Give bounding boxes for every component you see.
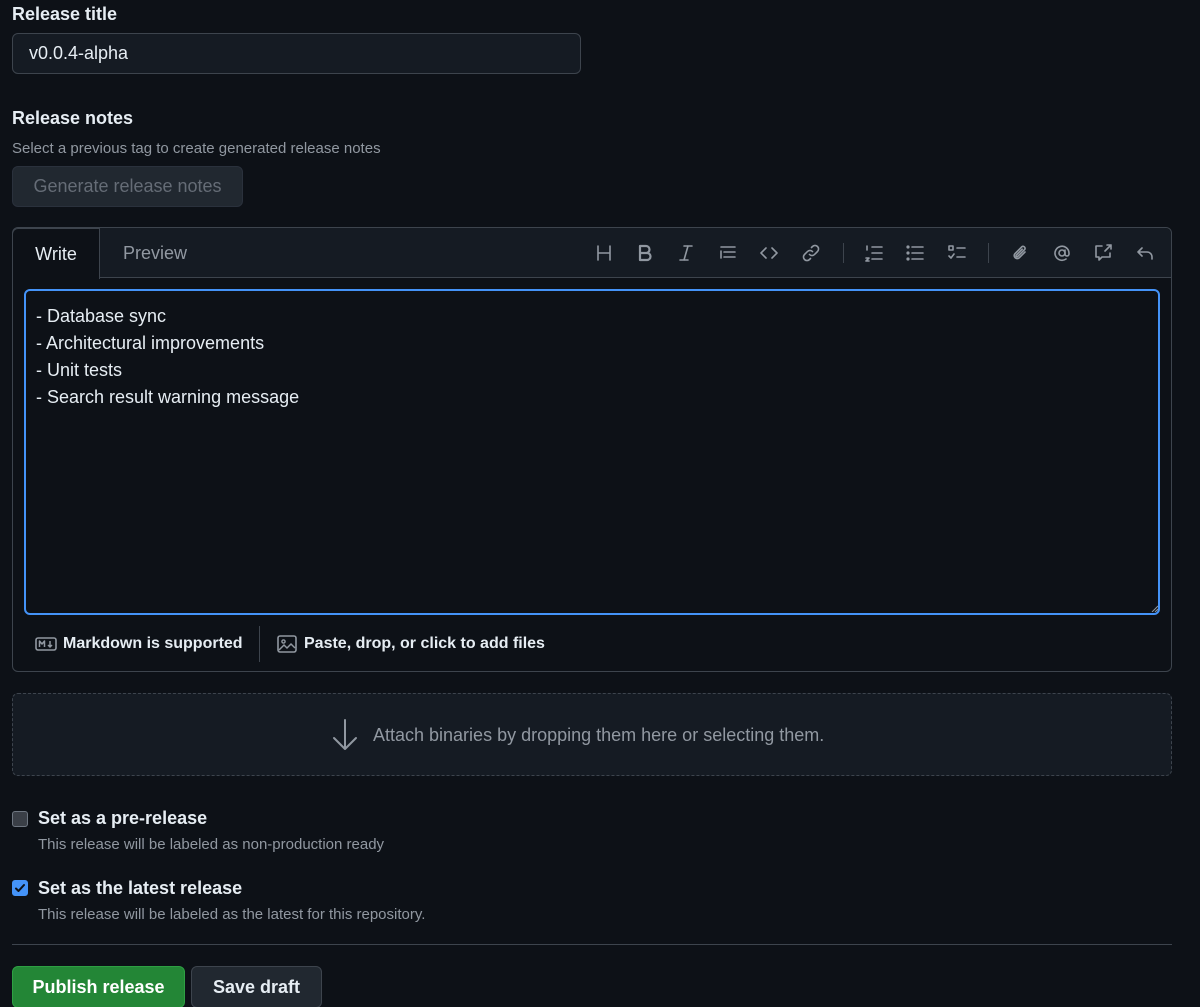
latest-release-title: Set as the latest release: [38, 878, 243, 898]
task-list-icon[interactable]: [945, 241, 969, 265]
latest-release-checkbox[interactable]: [12, 880, 28, 896]
markdown-icon: [35, 637, 57, 651]
code-icon[interactable]: [757, 241, 781, 265]
mention-icon[interactable]: [1050, 241, 1074, 265]
tab-write[interactable]: Write: [12, 228, 100, 279]
release-title-label: Release title: [12, 4, 118, 24]
image-icon: [277, 635, 297, 653]
italic-icon[interactable]: [674, 241, 698, 265]
resize-handle-icon[interactable]: [1150, 604, 1158, 612]
attach-icon[interactable]: [1008, 241, 1032, 265]
binaries-dropzone[interactable]: Attach binaries by dropping them here or…: [12, 693, 1172, 776]
heading-icon[interactable]: [592, 241, 616, 265]
quote-icon[interactable]: [716, 241, 740, 265]
toolbar-separator: [843, 243, 844, 263]
editor-header: Write Preview: [12, 228, 1171, 279]
toolbar-separator: [988, 243, 989, 263]
undo-icon[interactable]: [1133, 241, 1157, 265]
add-files-link[interactable]: Paste, drop, or click to add files: [276, 632, 545, 656]
add-files-text: Paste, drop, or click to add files: [304, 635, 545, 652]
unordered-list-icon[interactable]: [903, 241, 927, 265]
markdown-supported-link[interactable]: Markdown is supported: [35, 632, 243, 656]
publish-release-button[interactable]: Publish release: [12, 966, 185, 1007]
divider: [12, 944, 1172, 945]
prerelease-checkbox[interactable]: [12, 811, 28, 827]
release-notes-hint: Select a previous tag to create generate…: [12, 140, 381, 157]
markdown-supported-text: Markdown is supported: [63, 635, 243, 652]
release-title-input[interactable]: [12, 33, 581, 74]
latest-release-description: This release will be labeled as the late…: [38, 906, 426, 923]
release-form: Release title Release notes Select a pre…: [0, 0, 1200, 1007]
binaries-dropzone-text: Attach binaries by dropping them here or…: [373, 724, 825, 745]
prerelease-description: This release will be labeled as non-prod…: [38, 836, 385, 853]
tab-preview[interactable]: Preview: [111, 228, 199, 279]
generate-release-notes-button[interactable]: Generate release notes: [12, 166, 243, 207]
footer-separator: [259, 626, 260, 662]
cross-reference-icon[interactable]: [1091, 241, 1115, 265]
numbered-list-icon[interactable]: [862, 241, 886, 265]
bold-icon[interactable]: [633, 241, 657, 265]
save-draft-button[interactable]: Save draft: [191, 966, 322, 1007]
markdown-editor: Write Preview - Database sync - Architec…: [12, 227, 1172, 672]
arrow-down-icon: [333, 719, 357, 750]
release-notes-textarea[interactable]: - Database sync - Architectural improvem…: [24, 289, 1160, 615]
prerelease-title: Set as a pre-release: [38, 808, 208, 828]
link-icon[interactable]: [799, 241, 823, 265]
checkmark-icon: [15, 884, 25, 892]
release-notes-label: Release notes: [12, 108, 134, 128]
